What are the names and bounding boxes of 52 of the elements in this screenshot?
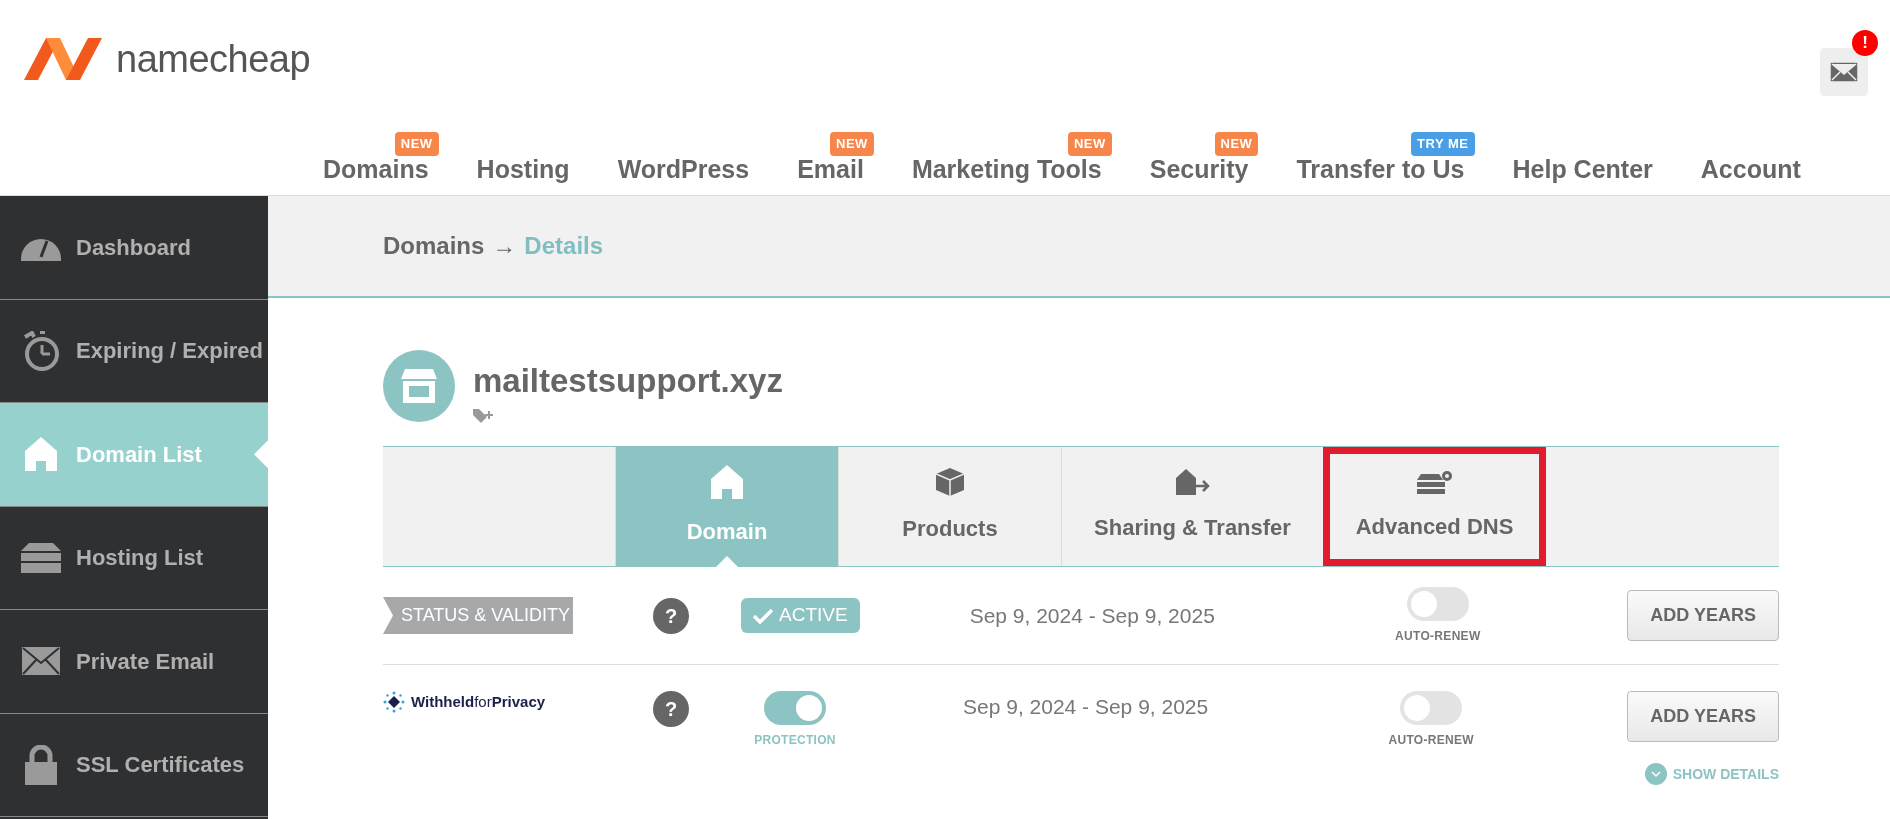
sidebar-item[interactable]: Dashboard <box>0 196 268 300</box>
check-icon <box>753 607 773 624</box>
tab[interactable]: Advanced DNS <box>1323 447 1546 566</box>
breadcrumb-link[interactable]: Domains <box>383 228 485 264</box>
toggle-switch[interactable] <box>764 691 826 725</box>
nav-badge: NEW <box>830 132 874 156</box>
server-gear-icon <box>1416 470 1453 494</box>
breadcrumb-current: Details <box>524 231 604 261</box>
toggle-switch[interactable] <box>1400 691 1463 725</box>
privacy-logo-icon <box>383 691 405 714</box>
add-tag-icon[interactable] <box>473 407 495 423</box>
section-label: STATUS & VALIDITY <box>383 597 573 634</box>
lock-icon <box>25 744 57 785</box>
add-years-button[interactable]: ADD YEARS <box>1627 691 1779 742</box>
privacy-brand: WithheldforPrivacy <box>411 692 546 712</box>
house-arrow-icon <box>1175 469 1210 495</box>
nav-badge: NEW <box>394 132 439 156</box>
chevron-circle-icon <box>1644 763 1667 785</box>
breadcrumb-arrow: → <box>492 231 517 261</box>
server-icon <box>21 542 61 573</box>
toggle-label: AUTO-RENEW <box>1395 627 1481 645</box>
sidebar-item[interactable]: SSL Certificates <box>0 713 268 817</box>
date-range: Sep 9, 2024 - Sep 9, 2025 <box>969 603 1215 627</box>
toggle-label: AUTO-RENEW <box>1388 732 1474 749</box>
box-icon <box>936 468 964 496</box>
envelope-icon <box>1830 62 1858 82</box>
stopwatch-icon <box>21 330 61 371</box>
nav-badge: TRY ME <box>1411 132 1475 156</box>
nav-link[interactable]: Help Center <box>1488 118 1677 196</box>
status-badge: ACTIVE <box>741 598 860 633</box>
brand-name: namecheap <box>116 36 311 82</box>
nav-link[interactable]: WordPress <box>593 118 774 196</box>
nav-link[interactable]: Hosting <box>452 118 594 196</box>
help-button[interactable]: ? <box>653 597 689 634</box>
nav-badge: NEW <box>1067 132 1112 156</box>
nav-link[interactable]: Account <box>1676 118 1825 196</box>
house-icon <box>711 465 743 499</box>
envelope-icon <box>22 647 60 676</box>
messages-button[interactable] <box>1820 48 1868 96</box>
tab[interactable]: Sharing & Transfer <box>1061 447 1323 566</box>
help-button[interactable]: ? <box>653 691 689 727</box>
house-icon <box>25 437 57 472</box>
toggle-label: PROTECTION <box>754 732 836 749</box>
tab[interactable]: Products <box>838 447 1061 566</box>
sidebar-item[interactable]: Hosting List <box>0 506 268 610</box>
notification-badge: ! <box>1852 30 1878 56</box>
nav-badge: NEW <box>1214 132 1259 156</box>
toggle-switch[interactable] <box>1406 586 1469 621</box>
sidebar-item[interactable]: Private Email <box>0 610 268 714</box>
domain-name: mailtestsupport.xyz <box>473 364 783 397</box>
add-years-button[interactable]: ADD YEARS <box>1627 590 1779 641</box>
date-range: Sep 9, 2024 - Sep 9, 2025 <box>963 695 1209 718</box>
